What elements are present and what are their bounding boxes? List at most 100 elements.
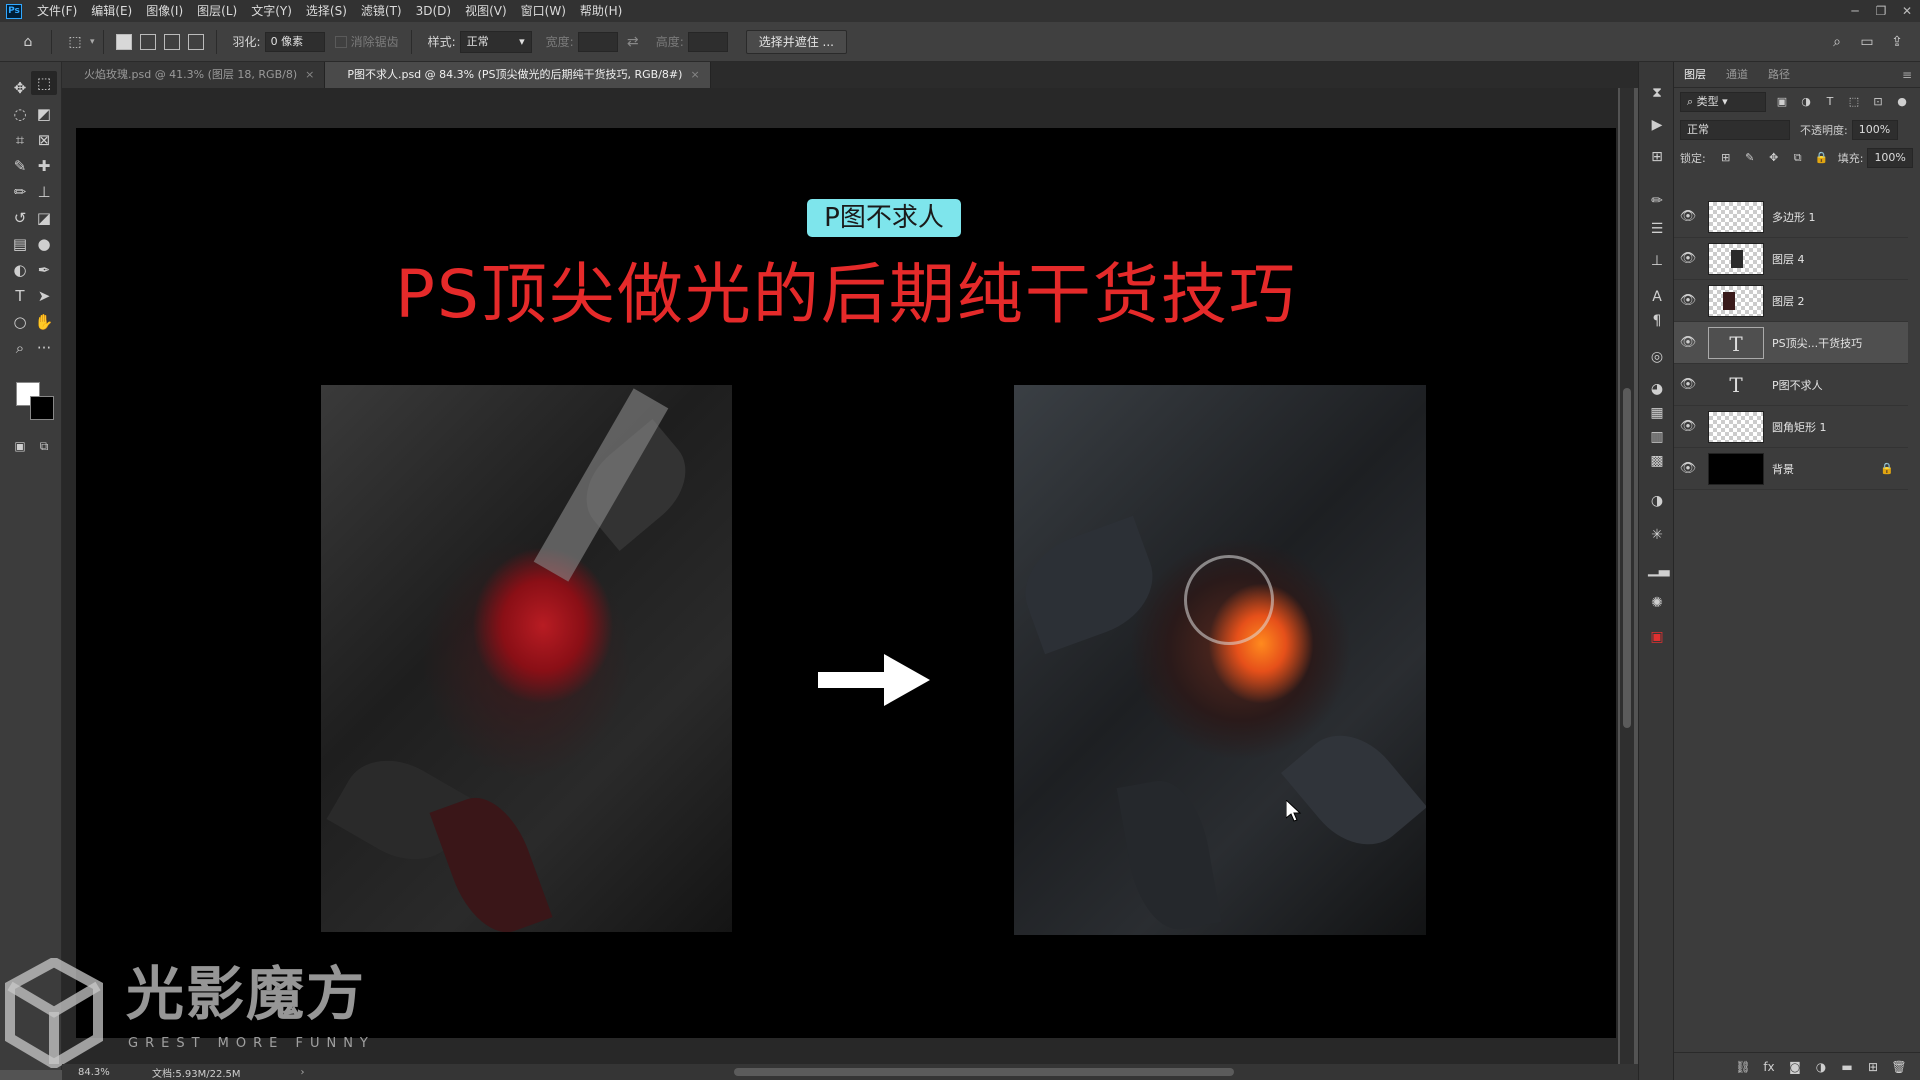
clone-stamp-tool-icon[interactable]: ⊥ <box>31 180 57 204</box>
feather-input[interactable]: 0 像素 <box>264 31 325 52</box>
visibility-eye-icon[interactable]: 👁 <box>1674 377 1702 392</box>
menu-layer[interactable]: 图层(L) <box>190 0 244 22</box>
link-layers-icon[interactable]: ⛓ <box>1730 1060 1756 1074</box>
menu-window[interactable]: 窗口(W) <box>514 0 573 22</box>
scrollbar-thumb[interactable] <box>1623 388 1631 728</box>
quick-mask-icon[interactable]: ▣ <box>7 434 33 458</box>
panel-menu-icon[interactable]: ≡ <box>1902 68 1912 82</box>
style-select[interactable]: 正常 ▾ <box>459 30 532 53</box>
swap-icon[interactable]: ⇄ <box>621 30 645 54</box>
healing-brush-tool-icon[interactable]: ✚ <box>31 154 57 178</box>
object-selection-tool-icon[interactable]: ◩ <box>31 102 57 126</box>
filter-adjustment-icon[interactable]: ◑ <box>1798 94 1814 110</box>
patterns-icon[interactable]: ▩ <box>1648 452 1666 470</box>
visibility-eye-icon[interactable]: 👁 <box>1674 419 1702 434</box>
blend-mode-select[interactable]: 正常 <box>1680 120 1790 140</box>
eyedropper-tool-icon[interactable]: ✎ <box>7 154 33 178</box>
layer-row[interactable]: 👁 背景 🔒 <box>1674 448 1908 490</box>
new-adjustment-icon[interactable]: ◑ <box>1808 1060 1834 1074</box>
layer-style-icon[interactable]: fx <box>1756 1060 1782 1074</box>
minimize-icon[interactable]: ─ <box>1842 0 1868 22</box>
width-input[interactable] <box>577 31 618 52</box>
visibility-eye-icon[interactable]: 👁 <box>1674 293 1702 308</box>
fill-input[interactable]: 100% <box>1867 148 1914 168</box>
horizontal-scrollbar[interactable] <box>734 1068 1234 1076</box>
brush-settings-icon[interactable]: ✏ <box>1648 192 1666 210</box>
lasso-tool-icon[interactable]: ◌ <box>7 102 33 126</box>
zoom-tool-icon[interactable]: ⌕ <box>7 336 33 360</box>
tab-layers[interactable]: 图层 <box>1674 62 1716 88</box>
actions-play-icon[interactable]: ▶ <box>1648 116 1666 134</box>
properties-icon[interactable]: ⊞ <box>1648 148 1666 166</box>
filter-toggle-icon[interactable]: ● <box>1894 94 1910 110</box>
background-color-swatch[interactable] <box>30 396 54 420</box>
adjustments-sliders-icon[interactable]: ☰ <box>1648 220 1666 238</box>
swatches-icon[interactable]: ▦ <box>1648 404 1666 422</box>
type-tool-icon[interactable]: T <box>7 284 33 308</box>
marquee-preset-icon[interactable]: ⬚ <box>63 30 87 54</box>
lock-all-icon[interactable]: 🔒 <box>1814 150 1830 166</box>
home-icon[interactable]: ⌂ <box>16 30 40 54</box>
layer-row[interactable]: 👁 图层 2 <box>1674 280 1908 322</box>
menu-3d[interactable]: 3D(D) <box>409 0 458 22</box>
paragraph-icon[interactable]: ¶ <box>1648 312 1666 330</box>
blur-tool-icon[interactable]: ● <box>31 232 57 256</box>
tab-p-tu-bu-qiu-ren[interactable]: P图不求人.psd @ 84.3% (PS顶尖做光的后期纯干货技巧, RGB/8… <box>325 62 711 88</box>
select-and-mask-button[interactable]: 选择并遮住 ... <box>745 29 847 54</box>
tab-paths[interactable]: 路径 <box>1758 62 1800 88</box>
brush-tool-icon[interactable]: ✏ <box>7 180 33 204</box>
height-input[interactable] <box>687 31 728 52</box>
info-icon[interactable]: ✺ <box>1648 594 1666 612</box>
filter-type-icon[interactable]: T <box>1822 94 1838 110</box>
rectangular-marquee-tool-icon[interactable]: ⬚ <box>31 71 57 95</box>
path-selection-tool-icon[interactable]: ➤ <box>31 284 57 308</box>
filter-shape-icon[interactable]: ⬚ <box>1846 94 1862 110</box>
layer-row[interactable]: 👁 T P图不求人 <box>1674 364 1908 406</box>
color-icon[interactable]: ◕ <box>1648 380 1666 398</box>
character-icon[interactable]: A <box>1648 288 1666 306</box>
chevron-right-icon[interactable]: › <box>301 1067 305 1078</box>
menu-edit[interactable]: 编辑(E) <box>84 0 139 22</box>
add-selection-icon[interactable] <box>139 33 156 50</box>
plugin-icon[interactable]: ▣ <box>1648 628 1666 646</box>
new-layer-icon[interactable]: ⊞ <box>1860 1060 1886 1074</box>
menu-help[interactable]: 帮助(H) <box>573 0 629 22</box>
screen-mode-icon[interactable]: ⧉ <box>31 434 57 458</box>
pen-tool-icon[interactable]: ✒ <box>31 258 57 282</box>
subtract-selection-icon[interactable] <box>163 33 180 50</box>
visibility-eye-icon[interactable]: 👁 <box>1674 461 1702 476</box>
add-mask-icon[interactable]: ◙ <box>1782 1060 1808 1074</box>
history-brush-tool-icon[interactable]: ↺ <box>7 206 33 230</box>
gradients-icon[interactable]: ▥ <box>1648 428 1666 446</box>
visibility-eye-icon[interactable]: 👁 <box>1674 251 1702 266</box>
adjustments-icon[interactable]: ◑ <box>1648 492 1666 510</box>
lock-artboard-icon[interactable]: ⧉ <box>1790 150 1806 166</box>
clone-source-icon[interactable]: ⊥ <box>1648 252 1666 270</box>
canvas-workspace[interactable]: P图不求人 PS顶尖做光的后期纯干货技巧 <box>62 88 1618 1064</box>
zoom-level[interactable]: 84.3% <box>62 1067 112 1078</box>
lock-image-icon[interactable]: ✎ <box>1742 150 1758 166</box>
layer-row[interactable]: 👁 圆角矩形 1 <box>1674 406 1908 448</box>
hand-tool-icon[interactable]: ✋ <box>31 310 57 334</box>
layer-row[interactable]: 👁 多边形 1 <box>1674 196 1908 238</box>
navigator-icon[interactable]: ◎ <box>1648 348 1666 366</box>
filter-smart-object-icon[interactable]: ⊡ <box>1870 94 1886 110</box>
gradient-tool-icon[interactable]: ▤ <box>7 232 33 256</box>
menu-file[interactable]: 文件(F) <box>30 0 84 22</box>
libraries-icon[interactable]: ✳ <box>1648 526 1666 544</box>
frame-tool-icon[interactable]: ⊠ <box>31 128 57 152</box>
move-tool-icon[interactable]: ✥ <box>7 76 33 100</box>
menu-image[interactable]: 图像(I) <box>139 0 190 22</box>
eraser-tool-icon[interactable]: ◪ <box>31 206 57 230</box>
menu-type[interactable]: 文字(Y) <box>244 0 299 22</box>
close-icon[interactable]: ✕ <box>1894 0 1920 22</box>
history-icon[interactable]: ⧗ <box>1648 84 1666 102</box>
document-canvas[interactable]: P图不求人 PS顶尖做光的后期纯干货技巧 <box>76 128 1616 1038</box>
restore-icon[interactable]: ❐ <box>1868 0 1894 22</box>
vertical-scrollbar[interactable] <box>1620 88 1634 1064</box>
dodge-tool-icon[interactable]: ◐ <box>7 258 33 282</box>
document-size[interactable]: 文档:5.93M/22.5M <box>152 1065 241 1080</box>
close-icon[interactable]: × <box>690 68 699 81</box>
menu-select[interactable]: 选择(S) <box>299 0 354 22</box>
ellipse-tool-icon[interactable]: ○ <box>7 310 33 334</box>
